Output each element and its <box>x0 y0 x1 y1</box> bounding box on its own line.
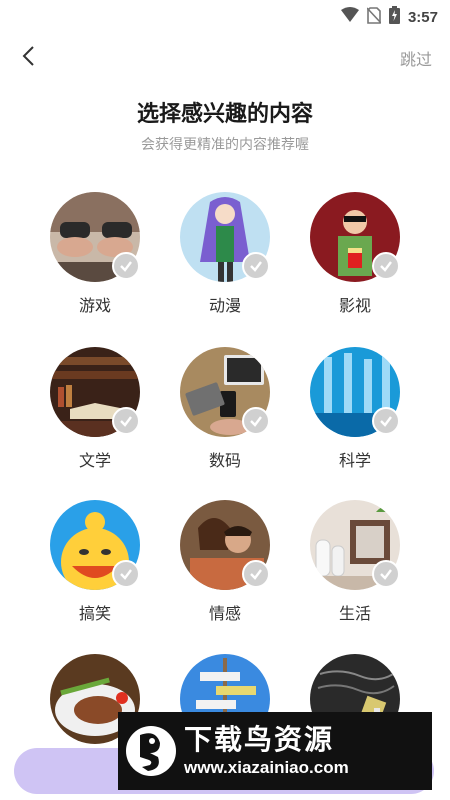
watermark-title: 下载鸟资源 <box>184 723 335 756</box>
interest-label: 文学 <box>78 451 111 470</box>
check-icon <box>372 560 400 588</box>
page-title: 选择感兴趣的内容 <box>136 102 313 127</box>
check-icon <box>242 252 270 280</box>
no-sim-icon <box>366 6 382 28</box>
interest-item-emotion[interactable]: 情感 <box>170 498 280 638</box>
skip-button[interactable]: 跳过 <box>400 46 432 70</box>
interest-label: 动漫 <box>208 296 241 315</box>
watermark-url: www.xiazainiao.com <box>184 758 349 777</box>
wifi-icon <box>340 7 359 27</box>
watermark: 下载鸟资源 www.xiazainiao.com <box>118 712 432 790</box>
interest-label: 生活 <box>338 604 371 623</box>
check-icon <box>372 407 400 435</box>
interest-item-science[interactable]: 科学 <box>300 345 410 485</box>
check-icon <box>112 252 140 280</box>
interest-item-film[interactable]: 影视 <box>300 190 410 330</box>
interest-item-funny[interactable]: 搞笑 <box>40 498 150 638</box>
page-subtitle: 会获得更精准的内容推荐喔 <box>141 137 309 153</box>
interest-label: 搞笑 <box>78 604 111 623</box>
bird-logo-icon <box>126 723 176 779</box>
check-icon <box>242 560 270 588</box>
back-button[interactable] <box>18 44 42 68</box>
interest-item-anime[interactable]: 动漫 <box>170 190 280 330</box>
status-bar: 3:57 <box>0 0 450 32</box>
check-icon <box>112 560 140 588</box>
status-time: 3:57 <box>407 8 438 26</box>
check-icon <box>112 407 140 435</box>
interest-item-games[interactable]: 游戏 <box>40 190 150 330</box>
watermark-text: 下载鸟资源 www.xiazainiao.com <box>184 723 349 779</box>
interest-item-digital[interactable]: 数码 <box>170 345 280 485</box>
interest-label: 游戏 <box>78 296 111 315</box>
check-icon <box>242 407 270 435</box>
interest-item-literature[interactable]: 文学 <box>40 345 150 485</box>
battery-charging-icon <box>388 6 400 28</box>
interest-label: 数码 <box>208 451 241 470</box>
interest-label: 影视 <box>338 296 371 315</box>
interest-item-life[interactable]: 生活 <box>300 498 410 638</box>
status-icons: 3:57 <box>340 6 438 28</box>
check-icon <box>372 252 400 280</box>
interest-label: 情感 <box>208 604 241 623</box>
interest-label: 科学 <box>338 451 371 470</box>
chevron-left-icon <box>22 46 34 66</box>
